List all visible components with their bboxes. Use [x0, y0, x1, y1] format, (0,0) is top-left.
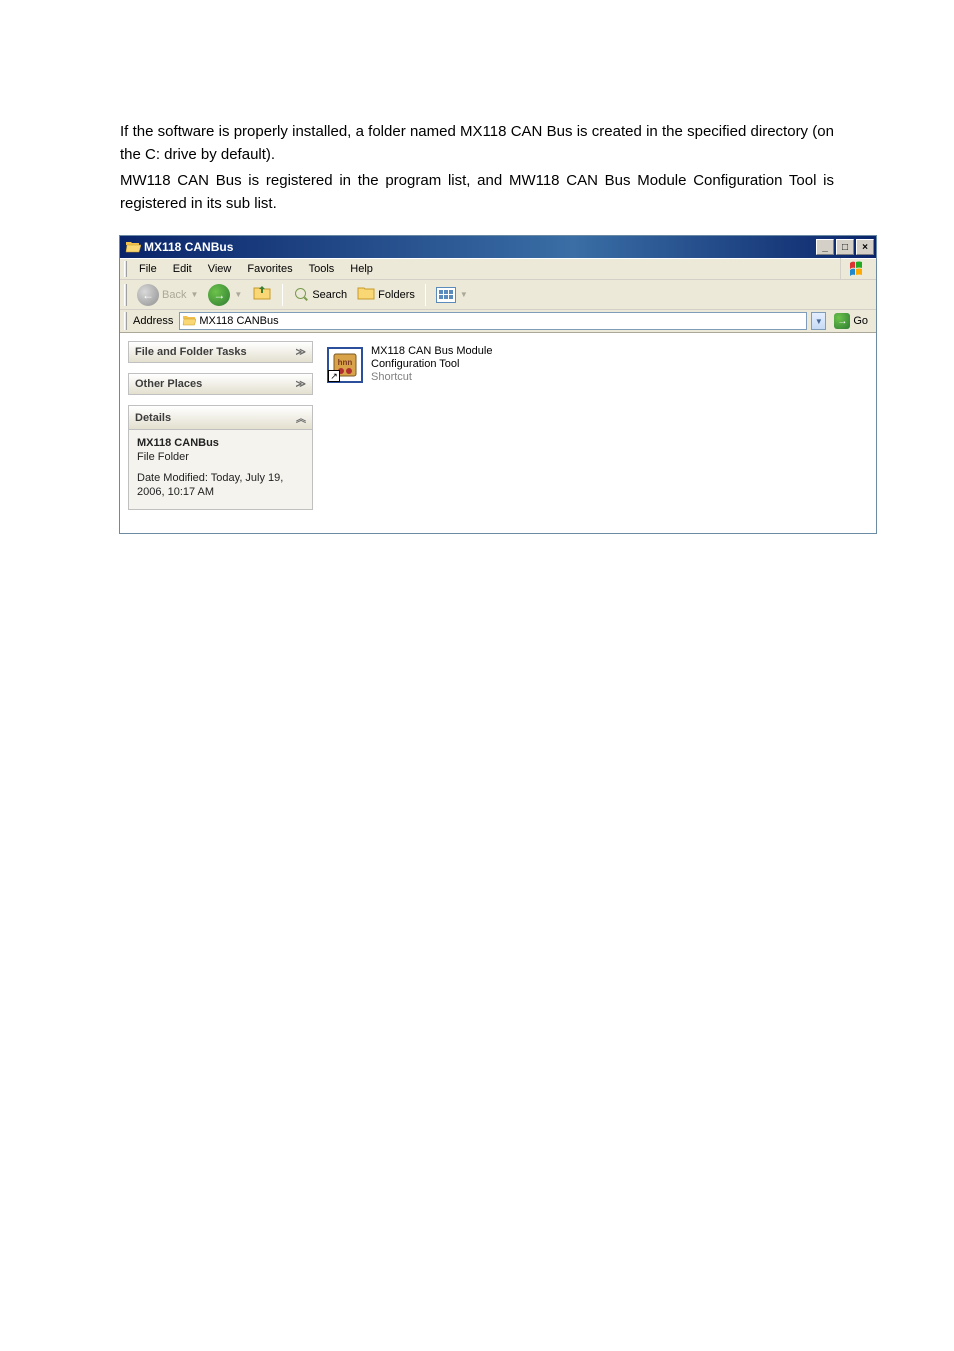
address-label: Address	[133, 315, 175, 327]
chevron-down-icon: ▼	[234, 290, 242, 299]
shortcut-icon: hnn ↗	[327, 347, 363, 383]
back-label: Back	[162, 289, 186, 301]
details-header[interactable]: Details ︽	[128, 405, 313, 430]
doc-paragraph-1: If the software is properly installed, a…	[120, 120, 834, 167]
details-type: File Folder	[137, 450, 304, 464]
views-button[interactable]: ▼	[432, 285, 472, 305]
chevron-down-icon: ▼	[460, 290, 468, 299]
menu-view[interactable]: View	[200, 261, 240, 277]
addressbar: Address MX118 CANBus ▼ → Go	[120, 310, 876, 333]
shortcut-arrow-icon: ↗	[328, 370, 340, 382]
address-dropdown-button[interactable]: ▼	[811, 312, 826, 330]
menu-help[interactable]: Help	[342, 261, 381, 277]
menu-tools[interactable]: Tools	[301, 261, 343, 277]
search-label: Search	[312, 289, 347, 301]
menu-edit[interactable]: Edit	[165, 261, 200, 277]
toolbar-separator	[282, 284, 283, 306]
toolbar-separator	[425, 284, 426, 306]
details-title: MX118 CANBus	[137, 436, 304, 450]
folders-icon	[357, 285, 375, 304]
item-labels: MX118 CAN Bus Module Configuration Tool …	[371, 345, 492, 385]
forward-icon: →	[208, 284, 230, 306]
doc-paragraph-2: MW118 CAN Bus is registered in the progr…	[120, 169, 834, 216]
go-button[interactable]: → Go	[830, 313, 872, 329]
other-places-label: Other Places	[135, 378, 202, 390]
folders-label: Folders	[378, 289, 415, 301]
back-icon: ←	[137, 284, 159, 306]
item-line1: MX118 CAN Bus Module	[371, 345, 492, 358]
file-list: hnn ↗ MX118 CAN Bus Module Configuration…	[327, 341, 492, 525]
go-label: Go	[853, 315, 868, 327]
item-line3: Shortcut	[371, 371, 492, 384]
document-text: If the software is properly installed, a…	[120, 120, 834, 215]
close-button[interactable]: ×	[856, 239, 874, 255]
content-area: File and Folder Tasks ≫ Other Places ≫ D…	[120, 333, 876, 533]
address-input[interactable]: MX118 CANBus	[179, 312, 807, 330]
menu-favorites[interactable]: Favorites	[239, 261, 300, 277]
folder-open-icon	[182, 314, 196, 329]
explorer-window: MX118 CANBus _ □ × File Edit View Favori…	[119, 235, 877, 534]
toolbar-grip[interactable]	[124, 284, 127, 306]
windows-flag-icon	[840, 258, 876, 280]
up-folder-icon	[252, 282, 272, 307]
go-arrow-icon: →	[834, 313, 850, 329]
svg-text:hnn: hnn	[338, 358, 353, 367]
details-body: MX118 CANBus File Folder Date Modified: …	[128, 430, 313, 510]
toolbar: ← Back ▼ → ▼ Search Folders ▼	[120, 280, 876, 310]
list-item[interactable]: hnn ↗ MX118 CAN Bus Module Configuration…	[327, 341, 492, 385]
details-modified: Date Modified: Today, July 19, 2006, 10:…	[137, 471, 304, 500]
chevron-down-icon: ▼	[190, 290, 198, 299]
addressbar-grip[interactable]	[124, 312, 127, 330]
folder-open-icon	[125, 239, 141, 255]
window-title: MX118 CANBus	[144, 240, 816, 254]
maximize-button[interactable]: □	[836, 239, 854, 255]
chevron-double-down-icon: ≫	[296, 379, 306, 390]
details-label: Details	[135, 412, 171, 424]
search-icon	[293, 287, 309, 303]
menubar: File Edit View Favorites Tools Help	[120, 258, 876, 280]
up-button[interactable]	[248, 280, 276, 309]
titlebar[interactable]: MX118 CANBus _ □ ×	[120, 236, 876, 258]
views-icon	[436, 287, 456, 303]
item-line2: Configuration Tool	[371, 358, 492, 371]
window-controls: _ □ ×	[816, 239, 874, 255]
file-folder-tasks-label: File and Folder Tasks	[135, 346, 247, 358]
folders-button[interactable]: Folders	[353, 283, 419, 306]
address-value: MX118 CANBus	[199, 315, 278, 327]
file-folder-tasks-header[interactable]: File and Folder Tasks ≫	[128, 341, 313, 363]
chevron-double-down-icon: ≫	[296, 347, 306, 358]
back-button[interactable]: ← Back ▼	[133, 282, 202, 308]
forward-button[interactable]: → ▼	[204, 282, 246, 308]
chevron-double-up-icon: ︽	[296, 410, 306, 425]
tasks-pane: File and Folder Tasks ≫ Other Places ≫ D…	[128, 341, 313, 525]
minimize-button[interactable]: _	[816, 239, 834, 255]
search-button[interactable]: Search	[289, 285, 351, 305]
other-places-header[interactable]: Other Places ≫	[128, 373, 313, 395]
menu-file[interactable]: File	[131, 261, 165, 277]
menubar-grip[interactable]	[124, 261, 127, 277]
